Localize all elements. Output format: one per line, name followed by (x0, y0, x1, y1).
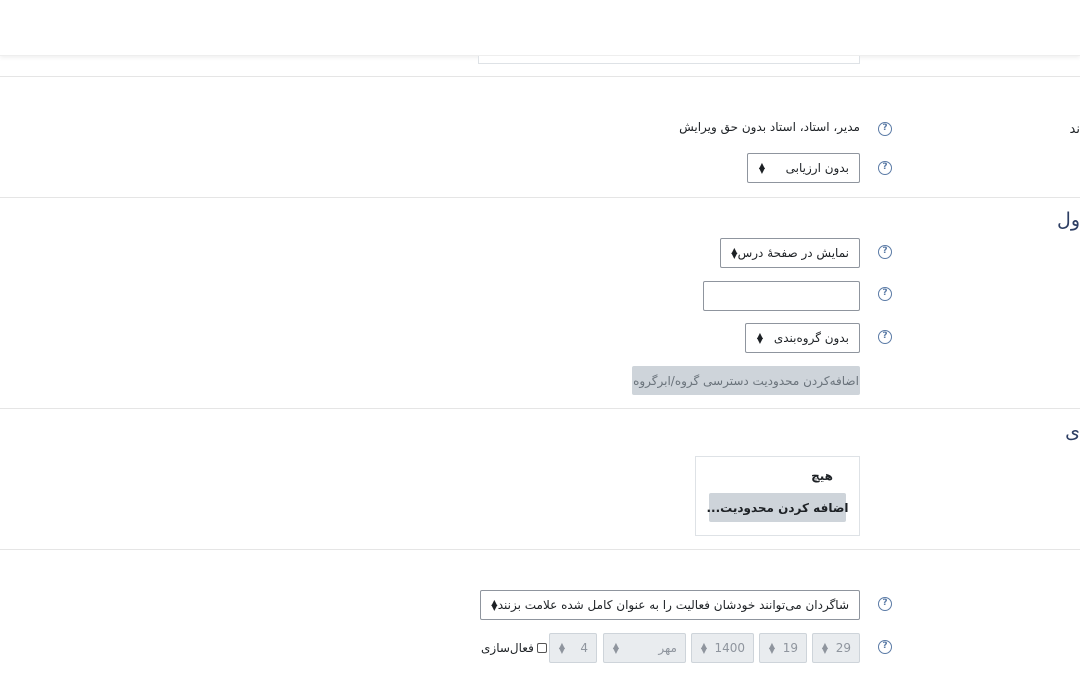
group-mode-select[interactable]: بدون گروه‌بندی ▲ ▼ (745, 323, 860, 353)
expected-minute-select[interactable]: 4 ▲ ▼ (549, 633, 597, 663)
expected-hour-value: 19 (782, 641, 798, 655)
grade-type-select-value: بدون ارزیابی (785, 161, 849, 175)
expected-day-select[interactable]: 29 ▲ ▼ (812, 633, 860, 663)
page-header-bar (0, 0, 1080, 56)
enable-date-label: فعال‌سازی (481, 641, 534, 655)
help-icon[interactable]: ? (878, 330, 892, 344)
group-mode-select-value: بدون گروه‌بندی (773, 331, 849, 345)
sort-arrows-icon: ▲ ▼ (731, 246, 738, 260)
sort-arrows-icon: ▲ ▼ (756, 331, 764, 345)
help-icon[interactable]: ? (878, 287, 892, 301)
sort-arrows-icon: ▲ ▼ (700, 641, 708, 655)
availability-select-value: نمایش در صفحهٔ درس (737, 246, 849, 260)
previous-field-bottom-edge (478, 56, 860, 64)
sort-arrows-icon: ▲ ▼ (612, 641, 620, 655)
help-icon[interactable]: ? (878, 640, 892, 654)
sort-arrows-icon: ▲ ▼ (758, 161, 766, 175)
checkbox-icon[interactable] (536, 643, 547, 653)
section-divider (0, 549, 1080, 550)
section-heading-common-module-settings[interactable]: ول (1057, 209, 1080, 231)
availability-select[interactable]: نمایش در صفحهٔ درس ▲ ▼ (720, 238, 860, 268)
restriction-none-text: هیچ (811, 469, 833, 483)
add-group-restriction-button[interactable]: اضافه‌کردن محدودیت دسترسی گروه/ابرگروه (632, 366, 860, 395)
expected-year-value: 1400 (714, 641, 745, 655)
grade-roles-text: مدیر، استاد، استاد بدون حق ویرایش (679, 120, 860, 134)
sort-arrows-icon: ▲ ▼ (821, 641, 829, 655)
sort-arrows-icon: ▲ ▼ (768, 641, 776, 655)
section-divider (0, 76, 1080, 77)
add-restriction-button[interactable]: اضافه کردن محدودیت... (706, 493, 849, 522)
completion-tracking-select-value: شاگردان می‌توانند خودشان فعالیت را به عن… (497, 598, 849, 612)
expected-month-select[interactable]: مهر ▲ ▼ (603, 633, 686, 663)
sort-arrows-icon: ▲ ▼ (558, 641, 566, 655)
grade-type-select[interactable]: بدون ارزیابی ▲ ▼ (747, 153, 860, 183)
sort-arrows-icon: ▲ ▼ (491, 598, 498, 612)
expected-day-value: 29 (835, 641, 851, 655)
section-divider (0, 408, 1080, 409)
completion-tracking-select[interactable]: شاگردان می‌توانند خودشان فعالیت را به عن… (480, 590, 860, 620)
expected-month-value: مهر (658, 641, 677, 655)
section-heading-restrict-access[interactable]: ی (1065, 421, 1080, 443)
field-label-partial: ند (1069, 122, 1080, 137)
id-number-input[interactable] (703, 281, 860, 311)
expected-year-select[interactable]: 1400 ▲ ▼ (691, 633, 754, 663)
help-icon[interactable]: ? (878, 597, 892, 611)
section-divider (0, 197, 1080, 198)
help-icon[interactable]: ? (878, 122, 892, 136)
help-icon[interactable]: ? (878, 161, 892, 175)
help-icon[interactable]: ? (878, 245, 892, 259)
expected-hour-select[interactable]: 19 ▲ ▼ (759, 633, 807, 663)
expected-minute-value: 4 (580, 641, 588, 655)
enable-date-checkbox[interactable]: فعال‌سازی (481, 641, 547, 655)
